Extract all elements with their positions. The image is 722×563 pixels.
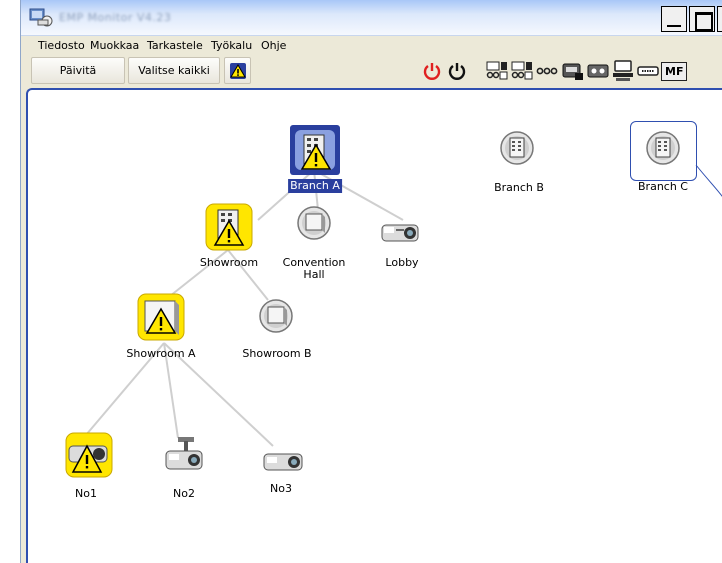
warning-filter-button[interactable] [224, 57, 251, 84]
node-label-no1: No1 [75, 487, 97, 500]
node-no2[interactable] [164, 435, 208, 475]
menu-muokkaa[interactable]: Muokkaa [90, 39, 139, 52]
node-no1[interactable] [65, 432, 113, 478]
close-button[interactable] [717, 6, 722, 32]
building-icon [500, 131, 534, 165]
node-label-showroom-b: Showroom B [242, 347, 312, 360]
group-icon [297, 206, 331, 240]
node-showroom-b[interactable] [258, 298, 294, 334]
node-label-convention-hall: Convention Hall [283, 257, 346, 281]
toolbar: Päivitä Valitse kaikki MF [21, 55, 722, 87]
projector-icon [263, 453, 303, 471]
power-on-red-icon[interactable] [420, 59, 444, 83]
input-1-icon[interactable] [485, 59, 509, 83]
building-warning-icon [205, 203, 253, 251]
projector-icon [381, 224, 419, 242]
line-branchc [695, 164, 722, 197]
maximize-button[interactable] [689, 6, 715, 32]
building-warning-icon [295, 130, 335, 170]
node-branch-a[interactable] [290, 125, 340, 175]
connection-lines [85, 164, 722, 447]
power-off-icon[interactable] [445, 59, 469, 83]
video-icon[interactable] [561, 59, 585, 83]
minimize-button[interactable] [661, 6, 687, 32]
node-label-no2: No2 [173, 487, 195, 500]
menu-ohje[interactable]: Ohje [261, 39, 286, 52]
node-label-branch-a: Branch A [288, 179, 342, 193]
dvi-icon[interactable] [636, 59, 660, 83]
node-label-showroom-a: Showroom A [126, 347, 196, 360]
menu-bar: Tiedosto Muokkaa Tarkastele Työkalu Ohje [21, 36, 722, 55]
group-icon [259, 299, 293, 333]
node-showroom[interactable] [205, 203, 253, 251]
node-showroom-a[interactable] [137, 293, 185, 341]
node-convention-hall[interactable] [296, 205, 332, 241]
node-no3[interactable] [262, 448, 306, 476]
ceiling-projector-icon [165, 437, 203, 470]
node-branch-c[interactable] [645, 130, 681, 166]
menu-tarkastele[interactable]: Tarkastele [147, 39, 203, 52]
group-warning-icon [137, 293, 185, 341]
svideo-icon[interactable] [586, 59, 610, 83]
refresh-button[interactable]: Päivitä [31, 57, 125, 84]
convention-hall-line-2: Hall [303, 268, 325, 281]
mf-icon[interactable]: MF [661, 59, 701, 83]
menu-tyokalu[interactable]: Työkalu [211, 39, 252, 52]
building-icon [646, 131, 680, 165]
title-bar: EMP Monitor V4.23 [21, 0, 722, 36]
menu-tiedosto[interactable]: Tiedosto [38, 39, 85, 52]
node-label-branch-b: Branch B [494, 181, 544, 194]
device-tree-canvas[interactable]: Branch A Branch B Branch C Showroom Conv… [26, 88, 722, 563]
mf-icon-label: MF [661, 61, 688, 81]
node-label-no3: No3 [270, 482, 292, 495]
node-label-showroom: Showroom [199, 256, 259, 269]
node-lobby[interactable] [380, 217, 424, 245]
input-2-icon[interactable] [510, 59, 534, 83]
select-all-button[interactable]: Valitse kaikki [128, 57, 220, 84]
app-icon [29, 6, 53, 28]
more-inputs-icon[interactable] [535, 59, 559, 83]
warning-filter-icon [229, 62, 246, 79]
node-label-branch-c: Branch C [638, 180, 688, 193]
projector-warning-icon [65, 432, 113, 478]
window-title: EMP Monitor V4.23 [59, 11, 172, 24]
computer-icon[interactable] [611, 59, 635, 83]
node-label-lobby: Lobby [385, 256, 419, 269]
app-window: EMP Monitor V4.23 Tiedosto Muokkaa Tarka… [20, 0, 722, 563]
node-branch-b[interactable] [499, 130, 535, 166]
